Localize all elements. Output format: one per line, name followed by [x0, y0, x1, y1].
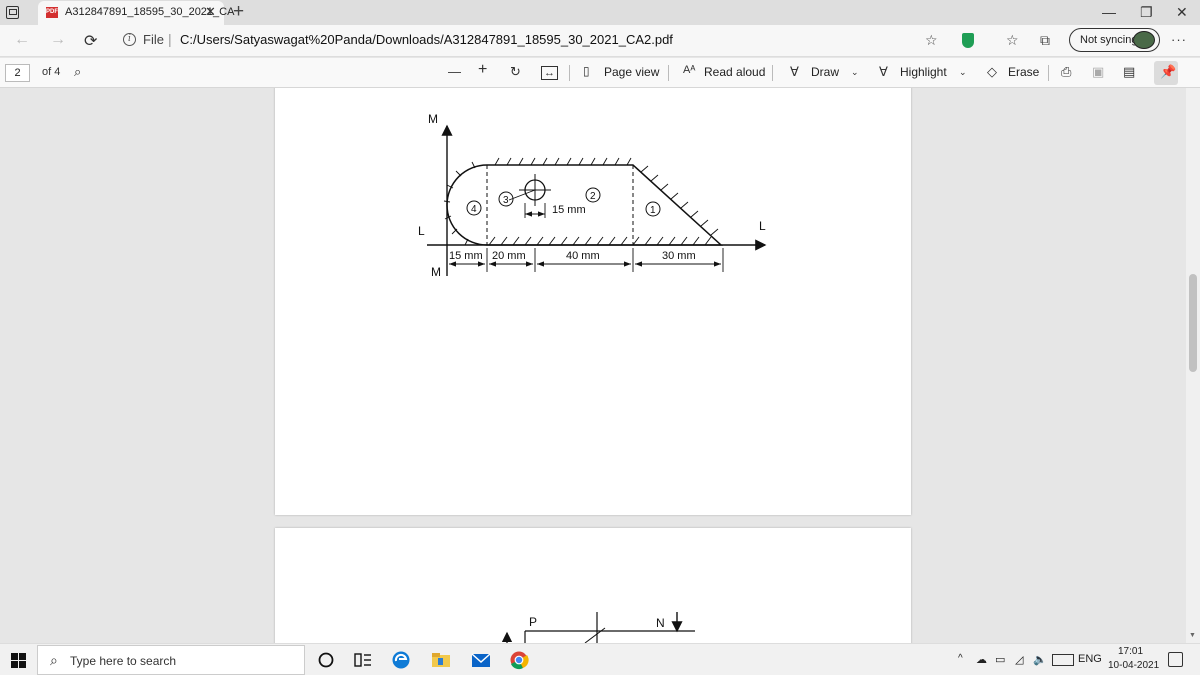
search-icon: ⌕ [50, 652, 58, 668]
page-number-input[interactable]: 2 [5, 64, 30, 82]
print-icon[interactable]: ⎙ [1061, 64, 1071, 80]
read-aloud-icon: Aᴬ [683, 64, 696, 76]
taskbar-search-box[interactable]: ⌕ Type here to search [37, 645, 305, 675]
label-n: N [656, 616, 665, 630]
highlight-button[interactable]: Highlight [900, 65, 947, 79]
tab-pdf[interactable]: PDF A312847891_18595_30_2021_CA ✕ [38, 1, 234, 25]
new-tab-button[interactable]: + [233, 1, 244, 23]
restore-icon[interactable]: ❐ [1140, 4, 1153, 21]
tray-overflow-icon[interactable]: ^ [958, 653, 963, 664]
save-icon[interactable]: ▣ [1092, 64, 1104, 80]
pdf-page-next: P N [275, 528, 911, 643]
url-field[interactable]: C:/Users/Satyaswagat%20Panda/Downloads/A… [180, 32, 673, 47]
profile-sync-button[interactable]: Not syncing [1069, 28, 1160, 52]
baseline-right-label: L [759, 219, 766, 233]
highlight-dropdown-icon[interactable]: ⌄ [959, 67, 967, 78]
title-bar: PDF A312847891_18595_30_2021_CA ✕ + — ❐ … [0, 0, 1200, 25]
back-icon[interactable]: ← [14, 31, 30, 49]
file-explorer-icon[interactable] [430, 650, 452, 670]
url-separator: | [168, 31, 172, 47]
region-label-3: 3 [503, 195, 509, 206]
dim-label-3: 40 mm [566, 250, 600, 262]
region-label-1: 1 [650, 205, 656, 216]
axis-top-label: M [428, 112, 438, 126]
region-label-4: 4 [471, 204, 477, 215]
cam-profile-diagram: 15 mm 1 2 3 4 M M L L 15 mm 20 mm 40 mm … [418, 112, 767, 279]
save-as-icon[interactable]: ▤ [1123, 64, 1135, 80]
task-view-icon[interactable] [352, 650, 374, 670]
language-indicator[interactable]: ENG [1078, 653, 1102, 665]
minimize-icon[interactable]: — [1102, 4, 1116, 20]
draw-dropdown-icon[interactable]: ⌄ [851, 67, 859, 78]
mail-icon[interactable] [470, 650, 492, 670]
more-options-icon[interactable]: ··· [1171, 32, 1187, 47]
zoom-out-button[interactable]: — [448, 64, 461, 79]
scroll-down-icon[interactable]: ▼ [1189, 632, 1196, 639]
pin-toolbar-button[interactable]: 📌 [1154, 61, 1178, 85]
dim-label-1: 15 mm [449, 250, 483, 262]
url-scheme-label: File [143, 32, 164, 47]
draw-button[interactable]: Draw [811, 65, 839, 79]
chrome-icon[interactable] [508, 650, 530, 670]
erase-button[interactable]: Erase [1008, 65, 1039, 79]
region-label-2: 2 [590, 191, 596, 202]
page-view-button[interactable]: Page view [604, 65, 659, 79]
extension-shield-icon[interactable] [962, 33, 974, 48]
toolbar-divider [772, 65, 773, 81]
sync-status-label: Not syncing [1080, 34, 1138, 46]
forward-icon[interactable]: → [50, 31, 66, 49]
next-diagram-partial: P N [501, 612, 695, 643]
notifications-icon[interactable] [1168, 652, 1183, 667]
clock-time[interactable]: 17:01 [1118, 646, 1143, 657]
dim-15mm-inner-label: 15 mm [552, 204, 586, 216]
pdf-page: 15 mm 1 2 3 4 M M L L 15 mm 20 mm 40 mm … [275, 88, 911, 515]
pdf-toolbar: 2 of 4 ⌕ — + ↻ ↔ ▯ Page view Aᴬ Read alo… [0, 58, 1200, 88]
rotate-icon[interactable]: ↻ [510, 64, 521, 80]
eraser-icon: ◇ [987, 64, 997, 79]
toolbar-divider [569, 65, 570, 81]
highlight-icon: ∀ [879, 64, 888, 79]
volume-icon[interactable]: 🔈 [1033, 653, 1047, 666]
label-p: P [529, 615, 537, 629]
scrollbar-thumb[interactable] [1189, 274, 1197, 372]
windows-start-icon[interactable] [11, 653, 26, 668]
page-view-icon: ▯ [583, 64, 590, 78]
read-aloud-button[interactable]: Read aloud [704, 65, 765, 79]
battery-icon[interactable]: ▭ [995, 653, 1005, 666]
wifi-icon[interactable]: ◿ [1015, 653, 1023, 666]
edge-browser-icon[interactable] [390, 650, 412, 670]
page-count-label: of 4 [42, 66, 61, 78]
pdf-file-icon: PDF [46, 7, 58, 18]
cortana-icon[interactable] [315, 650, 337, 670]
fit-page-icon[interactable]: ↔ [541, 66, 558, 80]
avatar [1133, 31, 1155, 49]
dim-label-2: 20 mm [492, 250, 526, 262]
close-tab-icon[interactable]: ✕ [205, 4, 216, 20]
close-window-icon[interactable]: ✕ [1176, 4, 1188, 21]
vertical-scrollbar[interactable]: ▼ [1186, 88, 1200, 643]
site-info-icon[interactable]: i [123, 33, 136, 46]
toolbar-divider [668, 65, 669, 81]
collections-icon[interactable]: ⧉ [1040, 32, 1050, 49]
pin-icon: 📌 [1160, 64, 1177, 79]
favorite-icon[interactable]: ☆ [925, 32, 938, 49]
search-placeholder: Type here to search [70, 654, 177, 668]
draw-icon: ∀ [790, 64, 799, 79]
tab-actions-icon[interactable] [6, 6, 19, 19]
address-bar: ← → ⟳ i File | C:/Users/Satyaswagat%20Pa… [0, 25, 1200, 57]
search-icon[interactable]: ⌕ [74, 64, 81, 80]
axis-bottom-label: M [431, 265, 441, 279]
onedrive-icon[interactable]: ☁ [976, 653, 987, 666]
clock-date[interactable]: 10-04-2021 [1108, 660, 1159, 671]
keyboard-icon[interactable] [1052, 654, 1074, 666]
dim-label-4: 30 mm [662, 250, 696, 262]
refresh-icon[interactable]: ⟳ [84, 31, 97, 51]
screen: PDF A312847891_18595_30_2021_CA ✕ + — ❐ … [0, 0, 1200, 675]
pdf-viewer[interactable]: 15 mm 1 2 3 4 M M L L 15 mm 20 mm 40 mm … [0, 88, 1200, 643]
taskbar: ⌕ Type here to search ^ ☁ ▭ ◿ 🔈 ENG 17:0… [0, 643, 1200, 675]
zoom-in-button[interactable]: + [478, 61, 487, 79]
baseline-left-label: L [418, 224, 425, 238]
favorites-list-icon[interactable]: ☆ [1006, 32, 1019, 49]
toolbar-divider [1048, 65, 1049, 81]
